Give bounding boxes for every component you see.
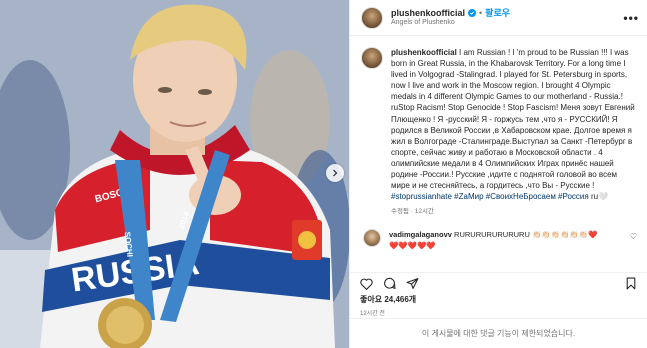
athlete-photo: RUSSIA BOSCO SOCHI 2014 — [0, 0, 349, 348]
comment-body: vadimgalaganovv RURURURURURURU 👏🏻👏🏻👏🏻👏🏻👏… — [389, 229, 611, 251]
caption-body: plushenkoofficial I am Russian ! I 'm pr… — [391, 47, 637, 202]
action-bar — [350, 272, 647, 294]
comments-area: plushenkoofficial I am Russian ! I 'm pr… — [350, 36, 647, 272]
bookmark-icon[interactable] — [625, 277, 637, 290]
likes-number: 24,466개 — [384, 295, 417, 304]
more-options-icon[interactable]: ••• — [623, 11, 639, 25]
post-image[interactable]: RUSSIA BOSCO SOCHI 2014 — [0, 0, 349, 348]
post-sidebar: plushenkoofficial • 팔로우 Angels of Plushe… — [349, 0, 647, 348]
caption-username[interactable]: plushenkoofficial — [391, 48, 457, 57]
separator-dot: • — [479, 8, 483, 19]
avatar[interactable] — [361, 6, 383, 29]
follow-button[interactable]: 팔로우 — [485, 8, 510, 18]
comment-emojis: 👏🏻👏🏻👏🏻👏🏻👏🏻👏🏻❤️ — [531, 230, 598, 240]
likes-label: 좋아요 — [360, 295, 383, 304]
likes-count[interactable]: 좋아요 24,466개 — [350, 294, 647, 306]
carousel-next-button[interactable] — [326, 164, 344, 182]
chevron-right-icon — [333, 169, 338, 177]
caption-avatar[interactable] — [361, 47, 383, 69]
post-header: plushenkoofficial • 팔로우 Angels of Plushe… — [350, 0, 647, 36]
comment-hearts: ❤️❤️❤️❤️❤️ — [389, 241, 436, 251]
post-date: 12시간 전 — [360, 311, 385, 317]
caption-hashtags[interactable]: #stoprussianhate #ZаМир #СвоихНеБросаем … — [391, 192, 589, 201]
header-subtitle[interactable]: Angels of Plushenko — [391, 19, 623, 27]
like-icon[interactable] — [360, 278, 373, 290]
header-row: plushenkoofficial • 팔로우 — [391, 8, 623, 18]
post-viewer: RUSSIA BOSCO SOCHI 2014 — [0, 0, 647, 348]
comment-username[interactable]: vadimgalaganovv — [389, 230, 452, 239]
verified-badge-icon — [468, 9, 477, 18]
caption: plushenkoofficial I am Russian ! I 'm pr… — [361, 47, 637, 215]
caption-trailing: ru🤍 — [590, 192, 609, 202]
share-icon[interactable] — [406, 277, 419, 290]
header-username[interactable]: plushenkoofficial — [391, 8, 465, 18]
comments-restricted-notice: 이 게시물에 대한 댓글 기능이 제한되었습니다. — [350, 318, 647, 348]
comment-avatar[interactable] — [363, 229, 381, 248]
comment-text: RURURURURURURU — [454, 230, 530, 240]
comment-icon[interactable] — [383, 277, 396, 290]
list-item: vadimgalaganovv RURURURURURURU 👏🏻👏🏻👏🏻👏🏻👏… — [361, 229, 637, 251]
header-text: plushenkoofficial • 팔로우 Angels of Plushe… — [391, 8, 623, 26]
caption-meta: 수정됨 · 12시간 — [391, 208, 434, 216]
comment-like-icon[interactable]: ♡ — [630, 232, 637, 241]
caption-text: I am Russian ! I 'm proud to be Russian … — [391, 48, 635, 191]
